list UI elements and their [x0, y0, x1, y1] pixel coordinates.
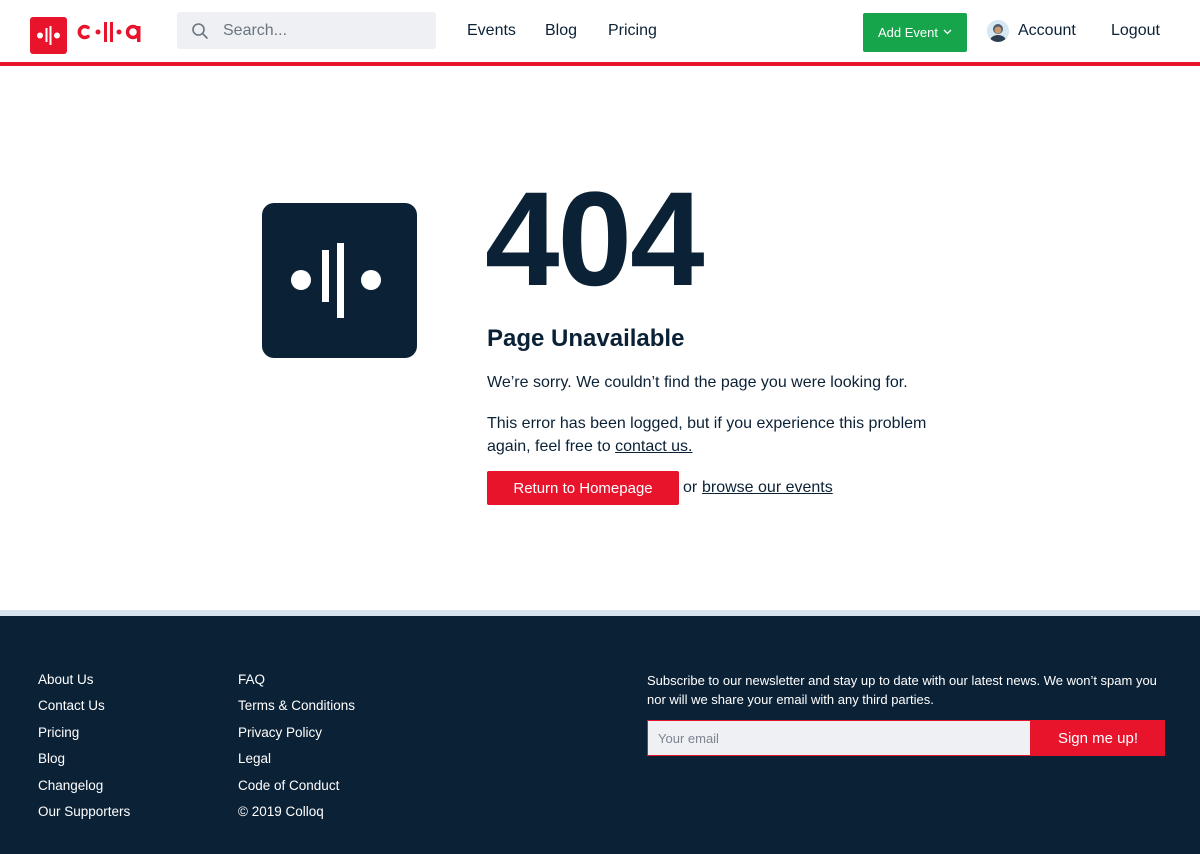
footer-link-changelog[interactable]: Changelog: [38, 778, 130, 804]
logged-text: This error has been logged, but if you e…: [487, 415, 927, 455]
header-accent-bar: [0, 62, 1200, 66]
logo-wordmark: [76, 12, 186, 58]
logo[interactable]: [30, 12, 186, 58]
site-footer: About Us Contact Us Pricing Blog Changel…: [0, 616, 1200, 854]
search-icon: [191, 22, 209, 40]
error-logged-text: This error has been logged, but if you e…: [487, 412, 947, 458]
contact-us-link[interactable]: contact us.: [615, 438, 692, 455]
newsletter-text: Subscribe to our newsletter and stay up …: [647, 673, 1157, 707]
logout-link[interactable]: Logout: [1111, 22, 1160, 40]
add-event-button[interactable]: Add Event: [863, 13, 967, 52]
footer-link-pricing[interactable]: Pricing: [38, 725, 130, 751]
footer-link-faq[interactable]: FAQ: [238, 672, 355, 698]
nav-blog[interactable]: Blog: [545, 22, 577, 40]
email-field[interactable]: [647, 720, 1031, 756]
search-box[interactable]: [177, 12, 436, 49]
footer-link-about[interactable]: About Us: [38, 672, 130, 698]
error-message: We’re sorry. We couldn’t find the page y…: [487, 374, 908, 391]
copyright-text: © 2019 Colloq: [238, 803, 324, 819]
signup-button[interactable]: Sign me up!: [1031, 720, 1165, 756]
footer-column-company: About Us Contact Us Pricing Blog Changel…: [38, 672, 130, 830]
footer-link-legal[interactable]: Legal: [238, 751, 355, 777]
account-label: Account: [1018, 22, 1076, 39]
footer-link-contact[interactable]: Contact Us: [38, 698, 130, 724]
error-code: 404: [485, 165, 705, 314]
browse-events-link[interactable]: browse our events: [702, 479, 833, 497]
footer-link-terms[interactable]: Terms & Conditions: [238, 698, 355, 724]
return-homepage-button[interactable]: Return to Homepage: [487, 471, 679, 505]
site-header: Events Blog Pricing Add Event Account Lo…: [0, 0, 1200, 62]
nav-pricing[interactable]: Pricing: [608, 22, 657, 40]
footer-link-privacy[interactable]: Privacy Policy: [238, 725, 355, 751]
account-menu[interactable]: Account: [987, 20, 1076, 42]
footer-link-conduct[interactable]: Code of Conduct: [238, 778, 355, 804]
colloq-logo-icon: [262, 203, 417, 358]
nav-events[interactable]: Events: [467, 22, 516, 40]
colloq-logo-icon: [30, 16, 67, 54]
add-event-label: Add Event: [878, 25, 938, 40]
footer-link-blog[interactable]: Blog: [38, 751, 130, 777]
newsletter-form: Sign me up!: [647, 720, 1165, 756]
search-input[interactable]: [223, 21, 423, 40]
footer-link-supporters[interactable]: Our Supporters: [38, 804, 130, 830]
chevron-down-icon: [943, 27, 952, 38]
footer-column-legal: FAQ Terms & Conditions Privacy Policy Le…: [238, 672, 355, 830]
or-text: or: [683, 479, 698, 496]
avatar-icon: [987, 20, 1009, 42]
page-title: Page Unavailable: [487, 325, 685, 352]
